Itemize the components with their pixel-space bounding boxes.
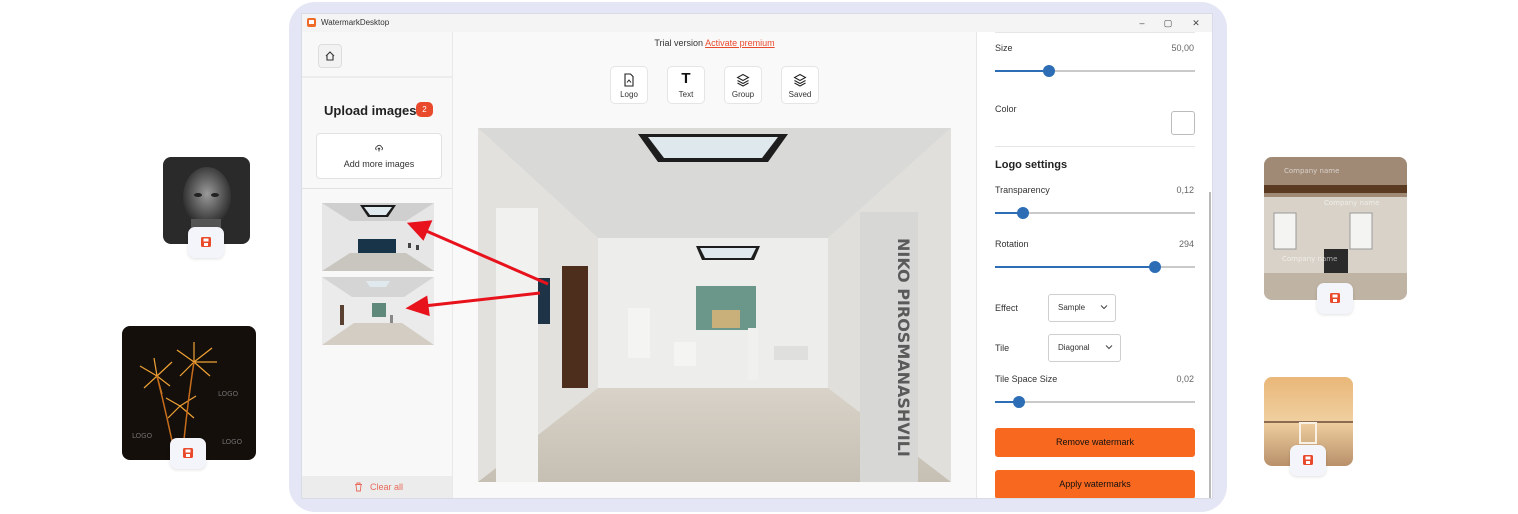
rotation-slider[interactable]	[995, 261, 1195, 273]
chevron-down-icon	[1105, 345, 1113, 350]
tool-saved-button[interactable]: Saved	[781, 66, 819, 104]
watermark-text: Company name	[1324, 199, 1379, 207]
save-chip[interactable]	[1290, 445, 1326, 476]
minimize-button[interactable]: –	[1132, 16, 1152, 30]
tool-label: Logo	[620, 90, 638, 99]
image-thumbnail[interactable]	[322, 277, 434, 345]
add-more-images-label: Add more images	[343, 159, 415, 169]
effect-select[interactable]: Sample	[1048, 294, 1116, 322]
tile-select[interactable]: Diagonal	[1048, 334, 1121, 362]
settings-panel: Size 50,00 Color Logo settings Transpare…	[976, 32, 1212, 498]
clear-all-label: Clear all	[370, 482, 404, 492]
settings-scrollbar[interactable]	[1209, 192, 1211, 498]
transparency-value: 0,12	[1176, 185, 1194, 195]
image-preview: NIKO PIROSMANASHVILI	[478, 128, 951, 482]
watermark-text: Company name	[1284, 167, 1339, 175]
layers-saved-icon	[793, 73, 807, 87]
rotation-label: Rotation	[995, 239, 1029, 249]
tile-label: Tile	[995, 343, 1010, 353]
tile-space-label: Tile Space Size	[995, 374, 1058, 384]
tool-label: Group	[731, 90, 755, 99]
trial-text: Trial version	[654, 38, 704, 48]
maximize-button[interactable]: ▢	[1158, 16, 1178, 30]
save-icon	[201, 237, 211, 247]
clear-all-button[interactable]: Clear all	[302, 476, 452, 498]
slider-knob[interactable]	[1043, 65, 1055, 77]
activate-premium-link[interactable]: Activate premium	[705, 38, 775, 48]
divider	[302, 76, 452, 78]
apply-watermarks-button[interactable]: Apply watermarks	[995, 470, 1195, 498]
add-more-images-button[interactable]: Add more images	[316, 133, 442, 179]
watermark-text: Company name	[1282, 255, 1337, 263]
save-chip[interactable]	[170, 438, 206, 469]
logo-settings-title: Logo settings	[995, 159, 1068, 171]
slider-knob[interactable]	[1017, 207, 1029, 219]
app-window: WatermarkDesktop – ▢ ✕ Upload images 2 A…	[302, 14, 1212, 498]
divider	[995, 32, 1195, 33]
save-chip[interactable]	[1317, 283, 1353, 314]
tile-space-slider[interactable]	[995, 396, 1195, 408]
sample-card-interior: Company name Company name Company name	[1264, 157, 1407, 300]
tile-select-value: Diagonal	[1058, 343, 1090, 352]
close-button[interactable]: ✕	[1186, 16, 1206, 30]
tool-label: Text	[678, 90, 694, 99]
size-slider[interactable]	[995, 65, 1195, 77]
divider	[302, 188, 452, 189]
size-label: Size	[995, 43, 1013, 53]
color-label: Color	[995, 104, 1017, 114]
rotation-value: 294	[1178, 239, 1194, 249]
watermark-text: LOGO	[132, 432, 153, 440]
watermark-text: LOGO	[222, 438, 243, 446]
tool-text-button[interactable]: T Text	[667, 66, 705, 104]
logo-file-icon	[624, 73, 634, 87]
home-icon	[325, 51, 335, 61]
image-count-badge: 2	[416, 102, 433, 117]
save-icon	[1303, 455, 1313, 465]
layers-icon	[736, 73, 750, 87]
effect-label: Effect	[995, 303, 1018, 313]
upload-images-title: Upload images	[324, 103, 417, 118]
transparency-slider[interactable]	[995, 207, 1195, 219]
trash-icon	[355, 482, 362, 492]
main-panel: Trial version Activate premium Logo T Te…	[453, 32, 976, 498]
slider-knob[interactable]	[1149, 261, 1161, 273]
divider	[995, 146, 1195, 147]
preview-watermark-text: NIKO PIROSMANASHVILI	[894, 238, 913, 457]
size-value: 50,00	[1171, 43, 1194, 53]
save-icon	[183, 448, 193, 458]
watermark-text: LOGO	[218, 390, 239, 398]
slider-knob[interactable]	[1013, 396, 1025, 408]
tool-logo-button[interactable]: Logo	[610, 66, 648, 104]
tool-group-button[interactable]: Group	[724, 66, 762, 104]
window-title: WatermarkDesktop	[321, 18, 390, 27]
transparency-label: Transparency	[995, 185, 1050, 195]
image-thumbnail[interactable]	[322, 203, 434, 271]
save-icon	[1330, 293, 1340, 303]
remove-watermark-button[interactable]: Remove watermark	[995, 428, 1195, 457]
effect-select-value: Sample	[1058, 303, 1086, 312]
tile-space-value: 0,02	[1176, 374, 1194, 384]
sidebar: Upload images 2 Add more images Clear al…	[302, 32, 453, 498]
cloud-upload-icon	[375, 144, 383, 152]
title-bar: WatermarkDesktop – ▢ ✕	[302, 14, 1212, 33]
trial-banner: Trial version Activate premium	[453, 38, 976, 48]
save-chip[interactable]	[188, 227, 224, 258]
home-button[interactable]	[318, 44, 342, 68]
text-T-icon: T	[681, 70, 691, 87]
color-picker[interactable]	[1171, 111, 1195, 135]
tool-label: Saved	[788, 90, 812, 99]
chevron-down-icon	[1100, 305, 1108, 310]
app-logo-icon	[307, 18, 316, 27]
